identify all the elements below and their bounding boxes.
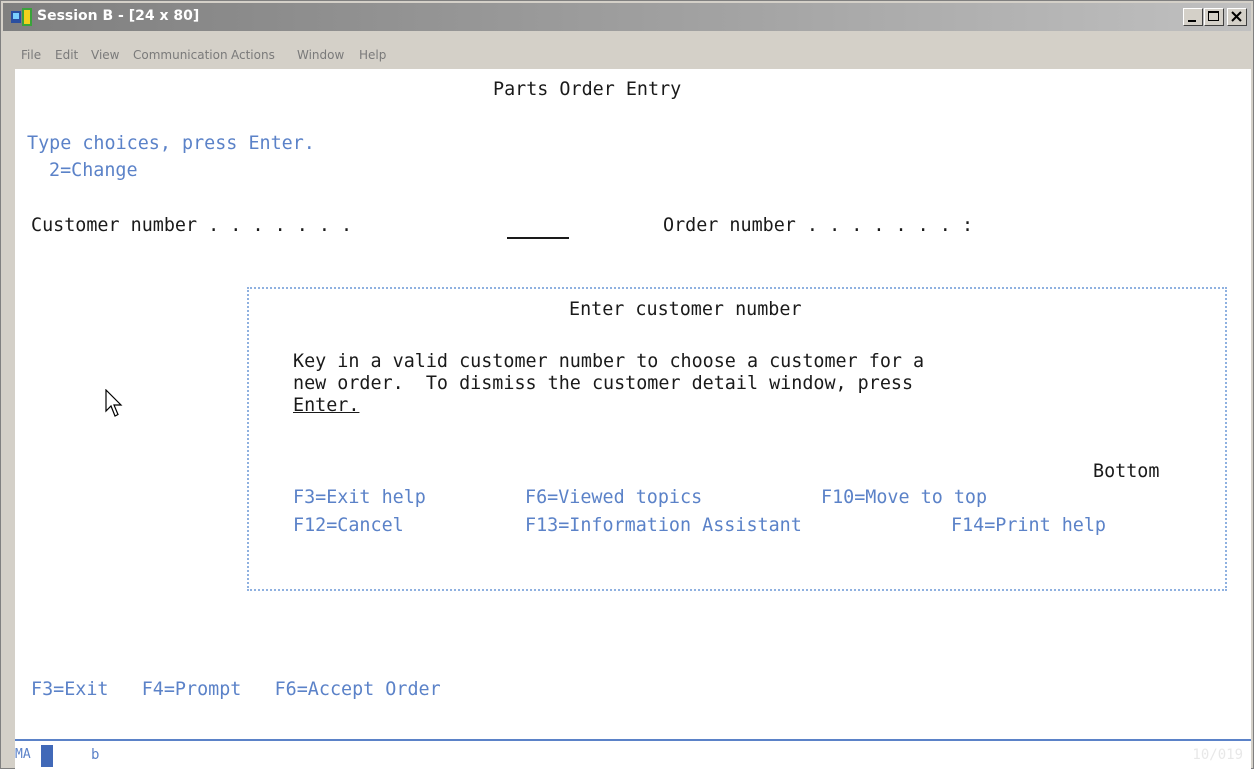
f3-exit-help-key[interactable]: F3=Exit help [293, 487, 426, 509]
menu-bar: File Edit View Communication Actions Win… [3, 48, 1251, 68]
session-indicator: b [91, 747, 100, 763]
option-change: 2=Change [49, 160, 138, 181]
customer-number-label: Customer number . . . . . . . [31, 215, 353, 236]
order-number-label: Order number . . . . . . . : [663, 215, 974, 236]
page-title: Parts Order Entry [493, 79, 682, 100]
window-title: Session B - [24 x 80] [37, 8, 200, 24]
help-window-border [247, 287, 1227, 591]
f13-information-assistant-key[interactable]: F13=Information Assistant [525, 515, 802, 537]
scroll-position: Bottom [1093, 461, 1160, 482]
help-text-line-1: Key in a valid customer number to choose… [293, 351, 925, 372]
f14-print-help-key[interactable]: F14=Print help [951, 515, 1106, 537]
minimize-button[interactable] [1183, 8, 1203, 26]
terminal-screen[interactable]: Parts Order Entry Type choices, press En… [15, 69, 1251, 739]
cursor-position: 10/019 [1192, 747, 1243, 763]
mouse-pointer-icon [105, 389, 123, 417]
keyboard-lock-icon [41, 745, 53, 767]
customer-number-input[interactable] [507, 237, 569, 239]
help-text-line-2: new order. To dismiss the customer detai… [293, 373, 914, 394]
f12-cancel-key[interactable]: F12=Cancel [293, 515, 404, 537]
status-bar: MA b 10/019 [15, 739, 1251, 769]
maximize-button[interactable] [1204, 8, 1224, 26]
function-keys[interactable]: F3=Exit F4=Prompt F6=Accept Order [31, 679, 441, 701]
menu-help[interactable]: Help [359, 48, 386, 62]
menu-communication[interactable]: Communication [133, 48, 228, 62]
menu-edit[interactable]: Edit [55, 48, 78, 62]
session-icon[interactable] [11, 8, 33, 26]
help-window-title: Enter customer number [569, 299, 802, 320]
menu-window[interactable]: Window [297, 48, 344, 62]
f6-viewed-topics-key[interactable]: F6=Viewed topics [525, 487, 702, 509]
enter-link[interactable]: Enter. [293, 395, 359, 417]
emulator-window: Session B - [24 x 80] File Edit View Com… [0, 0, 1254, 769]
menu-actions[interactable]: Actions [231, 48, 275, 62]
menu-view[interactable]: View [91, 48, 119, 62]
f10-move-to-top-key[interactable]: F10=Move to top [821, 487, 987, 509]
title-bar[interactable]: Session B - [24 x 80] [3, 3, 1251, 31]
menu-file[interactable]: File [21, 48, 41, 62]
close-button[interactable] [1227, 8, 1247, 26]
instruction-text: Type choices, press Enter. [27, 133, 315, 154]
input-mode-indicator: MA [15, 745, 55, 767]
